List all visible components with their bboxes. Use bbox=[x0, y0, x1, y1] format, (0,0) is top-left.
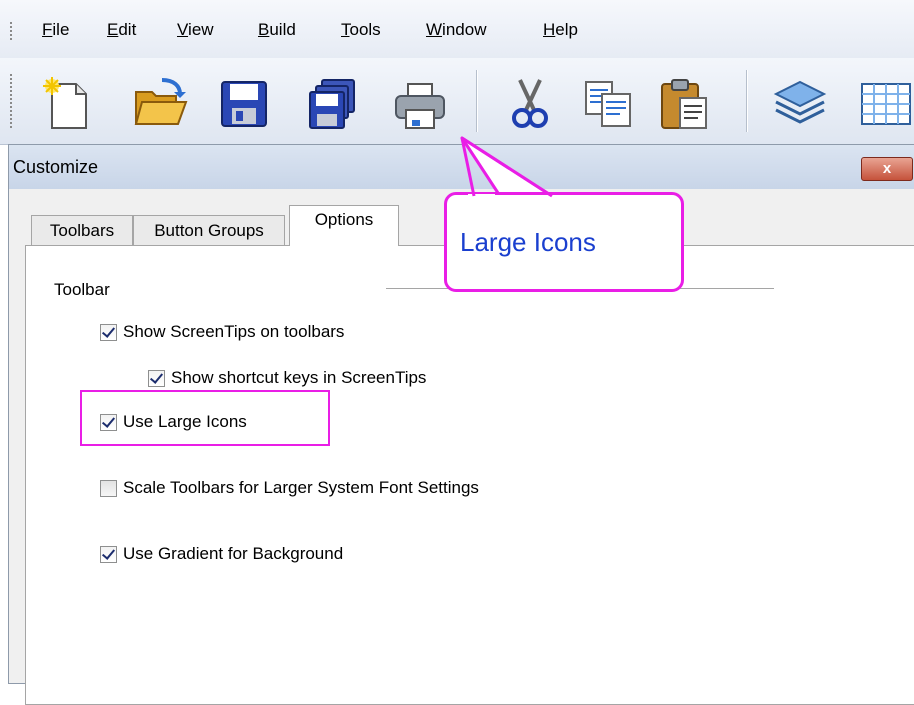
menu-grip[interactable] bbox=[10, 22, 12, 40]
option-label: Show ScreenTips on toolbars bbox=[123, 322, 345, 341]
option-label: Show shortcut keys in ScreenTips bbox=[171, 368, 427, 387]
menu-bar: File Edit View Build Tools Window Help bbox=[0, 0, 914, 58]
grid-icon[interactable] bbox=[858, 76, 914, 132]
option-label: Use Gradient for Background bbox=[123, 544, 344, 563]
menu-file[interactable]: File bbox=[42, 20, 69, 40]
toolbar bbox=[0, 58, 914, 145]
menu-tools[interactable]: Tools bbox=[341, 20, 381, 40]
checkbox[interactable] bbox=[100, 545, 117, 563]
menu-edit[interactable]: Edit bbox=[107, 20, 136, 40]
open-folder-icon[interactable] bbox=[132, 76, 188, 132]
toolbar-grip[interactable] bbox=[10, 74, 12, 130]
group-label-toolbar: Toolbar bbox=[54, 280, 110, 299]
option-show-shortcut-keys[interactable]: Show shortcut keys in ScreenTips bbox=[148, 366, 426, 390]
menu-build[interactable]: Build bbox=[258, 20, 296, 40]
print-icon[interactable] bbox=[392, 76, 448, 132]
toolbar-separator bbox=[476, 70, 477, 132]
callout-box: Large Icons bbox=[444, 192, 684, 292]
copy-icon[interactable] bbox=[580, 76, 636, 132]
tab-options[interactable]: Options bbox=[289, 205, 399, 246]
cut-icon[interactable] bbox=[502, 76, 558, 132]
callout-text: Large Icons bbox=[460, 227, 596, 257]
checkbox[interactable] bbox=[148, 369, 165, 387]
stack-icon[interactable] bbox=[772, 76, 828, 132]
menu-help[interactable]: Help bbox=[543, 20, 578, 40]
option-use-gradient[interactable]: Use Gradient for Background bbox=[100, 542, 343, 566]
tab-toolbars[interactable]: Toolbars bbox=[31, 215, 133, 245]
checkbox[interactable] bbox=[100, 323, 117, 341]
new-file-icon[interactable] bbox=[40, 76, 96, 132]
dialog-titlebar[interactable]: Customize x bbox=[9, 145, 914, 189]
option-show-screentips[interactable]: Show ScreenTips on toolbars bbox=[100, 320, 344, 344]
highlight-box bbox=[80, 390, 330, 446]
menu-window[interactable]: Window bbox=[426, 20, 486, 40]
checkbox[interactable] bbox=[100, 479, 117, 497]
options-panel: Toolbar Show ScreenTips on toolbars Show… bbox=[25, 245, 914, 705]
option-scale-toolbars[interactable]: Scale Toolbars for Larger System Font Se… bbox=[100, 476, 479, 500]
save-icon[interactable] bbox=[216, 76, 272, 132]
close-button[interactable]: x bbox=[861, 157, 913, 181]
save-all-icon[interactable] bbox=[304, 76, 360, 132]
paste-icon[interactable] bbox=[656, 76, 712, 132]
menu-view[interactable]: View bbox=[177, 20, 214, 40]
option-label: Scale Toolbars for Larger System Font Se… bbox=[123, 478, 479, 497]
toolbar-separator bbox=[746, 70, 747, 132]
tab-button-groups[interactable]: Button Groups bbox=[133, 215, 285, 245]
dialog-title: Customize bbox=[13, 157, 99, 177]
